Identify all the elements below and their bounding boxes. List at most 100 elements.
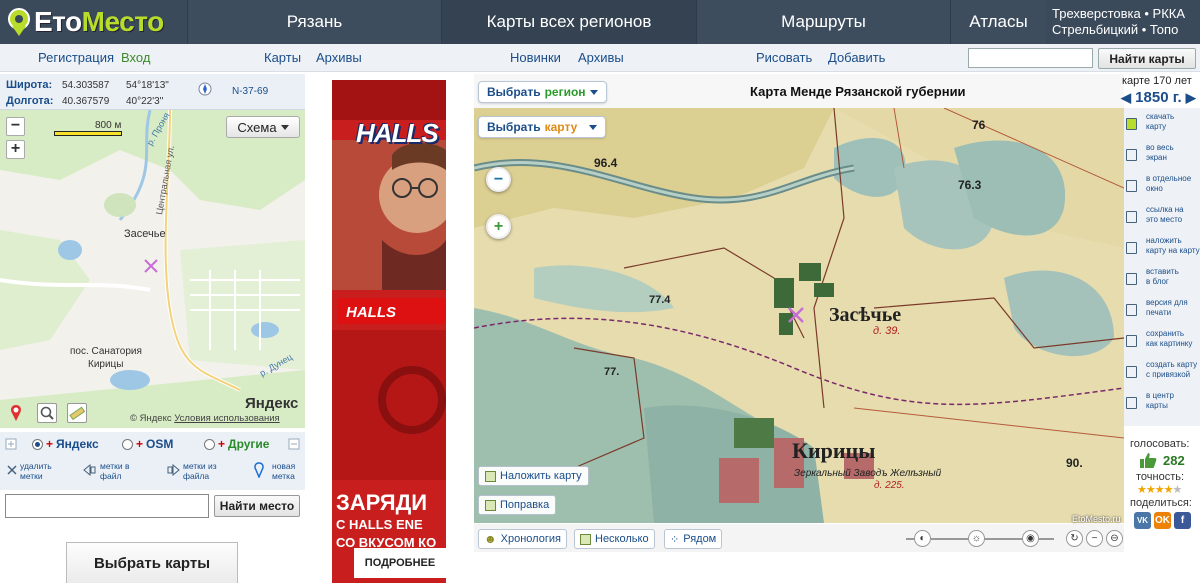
correction-label: Поправка bbox=[500, 499, 550, 511]
atlas-links-line-2[interactable]: Стрельбицкий • Топо bbox=[1052, 22, 1200, 38]
star-icon[interactable]: ★ bbox=[1155, 484, 1165, 496]
download-icon bbox=[1126, 118, 1137, 130]
markers-to-file-button[interactable]: метки в файл bbox=[100, 461, 130, 481]
ad-headline: ЗАРЯДИ bbox=[336, 490, 428, 515]
radio-osm[interactable] bbox=[122, 438, 133, 450]
opacity-icon[interactable]: ◉ bbox=[1022, 530, 1039, 547]
download-map-tool[interactable]: скачать карту bbox=[1126, 110, 1200, 141]
map-year[interactable]: ◀ 1850 г. ▶ bbox=[1121, 89, 1196, 106]
expand-icon[interactable] bbox=[5, 438, 17, 450]
halls-advertisement[interactable]: HALLS HALLS ЗАРЯДИ С HALLS ENE СО ВКУСОМ… bbox=[332, 80, 446, 583]
new-marker-button[interactable]: новая метка bbox=[272, 461, 295, 481]
chevron-down-icon bbox=[589, 89, 598, 95]
delete-markers-icon bbox=[7, 465, 17, 475]
chronology-label: Хронология bbox=[500, 533, 561, 545]
provider-yandex[interactable]: + Яндекс bbox=[32, 437, 99, 451]
several-icon bbox=[580, 533, 591, 545]
blog-embed-tool[interactable]: вставить в блог bbox=[1126, 265, 1200, 296]
plus-icon: + bbox=[46, 437, 54, 451]
login-link[interactable]: Вход bbox=[121, 50, 150, 65]
compass-icon[interactable] bbox=[198, 82, 212, 96]
side-by-side-icon: ⁘ bbox=[670, 533, 680, 546]
star-icon[interactable]: ★ bbox=[1137, 484, 1147, 496]
find-maps-button[interactable]: Найти карты bbox=[1098, 48, 1196, 69]
site-logo[interactable]: ЕтоМесто bbox=[4, 4, 180, 42]
overlay-map-button[interactable]: Наложить карту bbox=[478, 466, 589, 486]
chevron-down-icon bbox=[280, 124, 289, 130]
delete-markers-button[interactable]: удалить метки bbox=[20, 461, 52, 481]
overlay-icon bbox=[485, 470, 496, 482]
add-link[interactable]: Добавить bbox=[828, 50, 885, 65]
save-image-tool[interactable]: сохранить как картинку bbox=[1126, 327, 1200, 358]
marker-tool[interactable] bbox=[6, 403, 26, 423]
terms-link[interactable]: Условия использования bbox=[174, 413, 279, 424]
radio-yandex[interactable] bbox=[32, 438, 43, 450]
svg-text:HALLS: HALLS bbox=[346, 304, 396, 321]
nav-ryazan[interactable]: Рязань bbox=[187, 0, 441, 44]
previous-year-icon[interactable]: ◀ bbox=[1121, 90, 1131, 105]
place-search-input[interactable] bbox=[5, 494, 209, 518]
nav-routes[interactable]: Маршруты bbox=[696, 0, 950, 44]
rotate-icon[interactable]: ↻ bbox=[1066, 530, 1083, 547]
register-link[interactable]: Регистрация bbox=[38, 50, 114, 65]
archives-link[interactable]: Архивы bbox=[316, 50, 362, 65]
maps-link[interactable]: Карты bbox=[264, 50, 301, 65]
print-tool[interactable]: версия для печати bbox=[1126, 296, 1200, 327]
map-type-dropdown[interactable]: Схема bbox=[226, 116, 300, 138]
side-by-side-button[interactable]: ⁘ Рядом bbox=[664, 529, 723, 549]
map-zoom-out-button[interactable]: − bbox=[486, 167, 511, 192]
select-map-dropdown[interactable]: Выбрать карту bbox=[478, 116, 607, 138]
contrast-icon[interactable]: ◐ bbox=[914, 530, 931, 547]
vote-label: голосовать: bbox=[1130, 438, 1190, 450]
longitude-dms: 40°22'3" bbox=[126, 96, 164, 107]
link-tool[interactable]: ссылка на это место bbox=[1126, 203, 1200, 234]
zoom-in-button[interactable]: + bbox=[6, 140, 25, 159]
ad-brand: HALLS bbox=[356, 118, 439, 148]
vk-share-icon[interactable]: VK bbox=[1134, 512, 1151, 529]
map-sheet-code[interactable]: N-37-69 bbox=[232, 86, 268, 97]
correction-button[interactable]: Поправка bbox=[478, 495, 557, 515]
draw-link[interactable]: Рисовать bbox=[756, 50, 812, 65]
star-icon[interactable]: ★ bbox=[1146, 484, 1156, 496]
historic-map-viewer[interactable]: Засѣчье д. 39. Кирицы Зеркальный Заводъ … bbox=[474, 108, 1124, 523]
atlas-links[interactable]: Трехверстовка • РККА Стрельбицкий • Топо bbox=[1046, 6, 1200, 38]
news-link[interactable]: Новинки bbox=[510, 50, 561, 65]
chronology-button[interactable]: ☻ Хронология bbox=[478, 529, 567, 549]
new-window-tool[interactable]: в отдельное окно bbox=[1126, 172, 1200, 203]
provider-osm[interactable]: + OSM bbox=[122, 437, 173, 451]
atlas-links-line-1[interactable]: Трехверстовка • РККА bbox=[1052, 6, 1200, 22]
maps-search-input[interactable] bbox=[968, 48, 1093, 68]
facebook-share-icon[interactable]: f bbox=[1174, 512, 1191, 529]
star-icon[interactable]: ★ bbox=[1173, 484, 1183, 496]
zoom-tool[interactable] bbox=[37, 403, 57, 423]
nav-atlases[interactable]: Атласы bbox=[950, 0, 1046, 44]
ruler-tool[interactable] bbox=[67, 403, 87, 423]
overlay-tool[interactable]: наложить карту на карту bbox=[1126, 234, 1200, 265]
archives-link-2[interactable]: Архивы bbox=[578, 50, 624, 65]
map-label-kiritsy: Кирицы bbox=[88, 359, 124, 370]
provider-other[interactable]: + Другие bbox=[204, 437, 269, 451]
radio-other[interactable] bbox=[204, 438, 215, 450]
fullscreen-tool[interactable]: во весь экран bbox=[1126, 141, 1200, 172]
reset-circle-icon[interactable]: ⊖ bbox=[1106, 530, 1123, 547]
several-button[interactable]: Несколько bbox=[574, 529, 655, 549]
collapse-icon[interactable] bbox=[288, 438, 300, 450]
ok-share-icon[interactable]: OK bbox=[1154, 512, 1171, 529]
accuracy-stars[interactable]: ★★★★★ bbox=[1137, 483, 1183, 496]
center-map-tool[interactable]: в центр карты bbox=[1126, 389, 1200, 420]
star-icon[interactable]: ★ bbox=[1164, 484, 1174, 496]
choose-maps-button[interactable]: Выбрать карты bbox=[66, 542, 238, 583]
brightness-icon[interactable]: ☼ bbox=[968, 530, 985, 547]
nav-all-regions[interactable]: Карты всех регионов bbox=[441, 0, 696, 44]
ad-more-button[interactable]: ПОДРОБНЕЕ bbox=[354, 548, 446, 578]
zoom-out-button[interactable]: − bbox=[6, 117, 25, 136]
georeference-tool[interactable]: создать карту с привязкой bbox=[1126, 358, 1200, 389]
map-zoom-in-button[interactable]: + bbox=[486, 214, 511, 239]
minus-circle-icon[interactable]: − bbox=[1086, 530, 1103, 547]
markers-from-file-button[interactable]: метки из файла bbox=[183, 461, 217, 481]
select-region-dropdown[interactable]: Выбрать регион bbox=[478, 81, 607, 103]
next-year-icon[interactable]: ▶ bbox=[1186, 90, 1196, 105]
thumbs-up-icon[interactable] bbox=[1138, 451, 1158, 469]
find-place-button[interactable]: Найти место bbox=[214, 495, 300, 517]
small-yandex-map[interactable] bbox=[0, 110, 305, 428]
